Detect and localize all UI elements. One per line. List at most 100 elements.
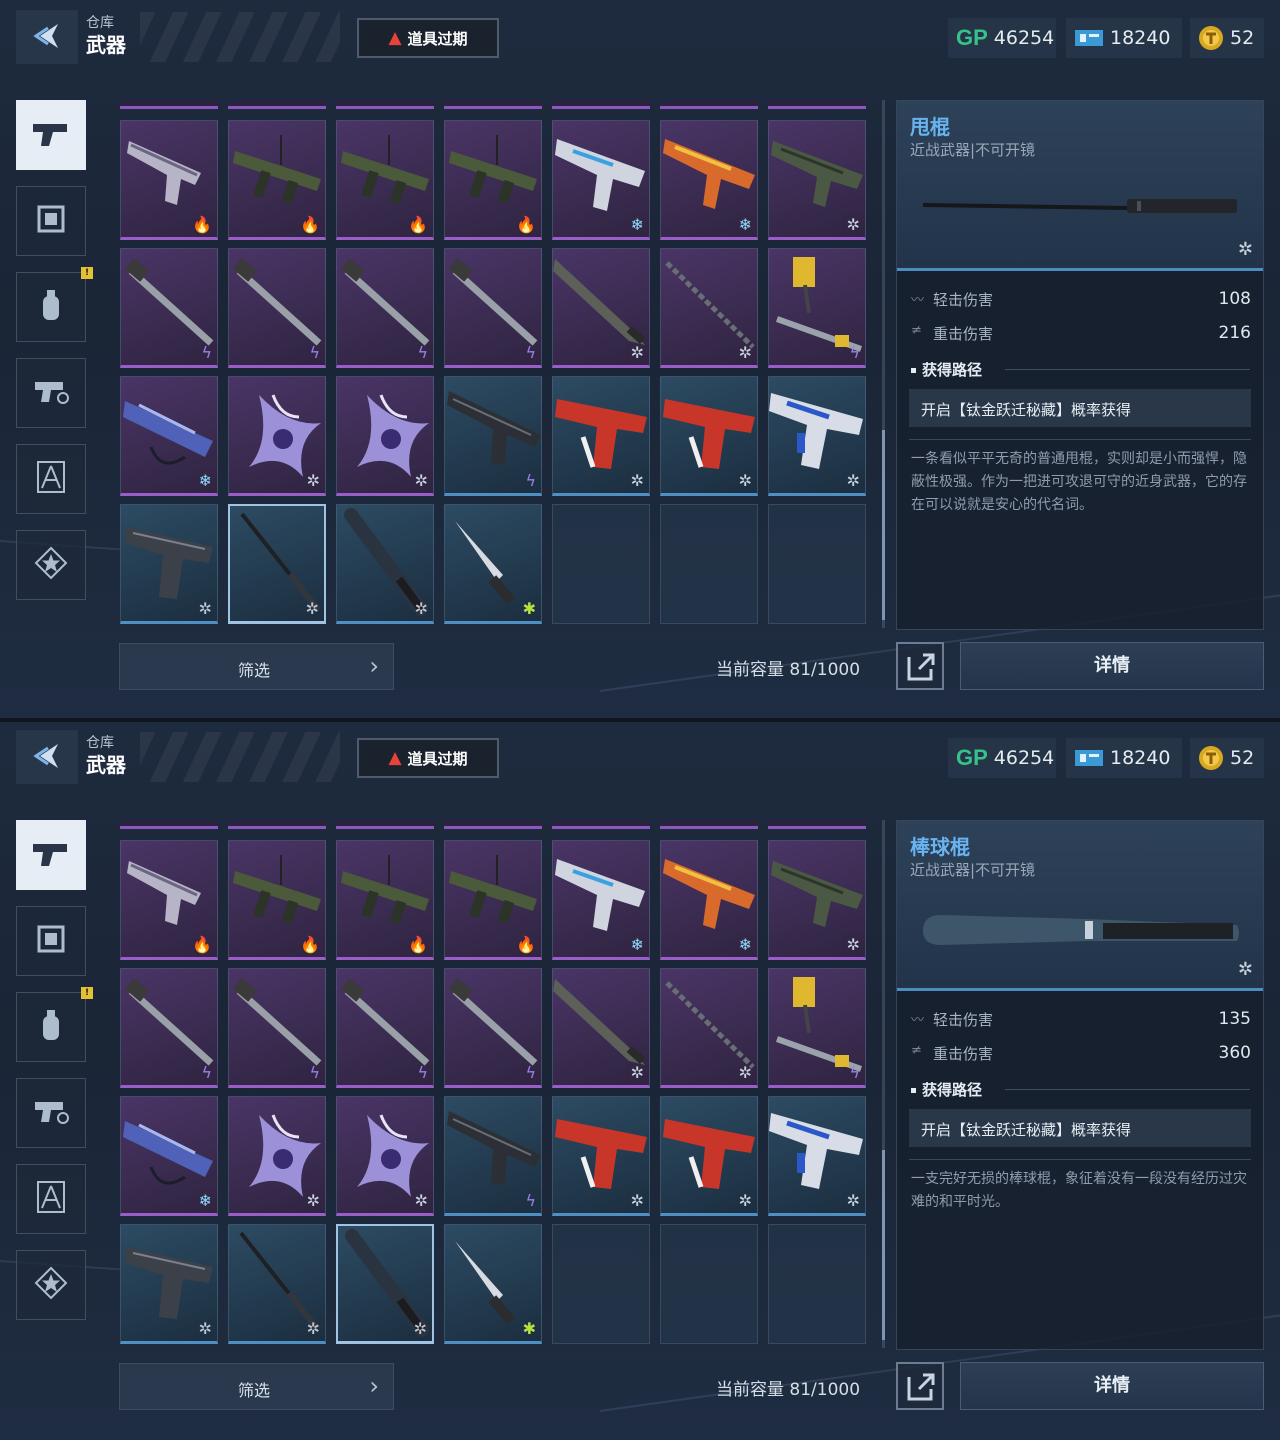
star-badge-icon: [34, 546, 68, 584]
weapon-slot[interactable]: 🔥: [444, 840, 542, 960]
weapon-slot[interactable]: 🔥: [336, 840, 434, 960]
sidebar-item-pistol-category[interactable]: [16, 100, 86, 170]
weapon-slot[interactable]: ✲: [552, 376, 650, 496]
grid-scrollbar[interactable]: [882, 820, 885, 1348]
sidebar-item-grenade-category[interactable]: !: [16, 987, 93, 1062]
weapon-slot[interactable]: ✲: [552, 968, 650, 1088]
item-name: 棒球棍: [910, 835, 970, 859]
chevron-right-icon: ›: [369, 652, 379, 680]
weapon-slot[interactable]: ✲: [552, 1096, 650, 1216]
coin-value: 52: [1230, 747, 1255, 769]
expired-items-button[interactable]: ▲ 道具过期: [357, 18, 499, 58]
sidebar-item-star-badge-category[interactable]: [16, 530, 86, 600]
sidebar-item-character-category[interactable]: [16, 444, 86, 514]
weapon-slot[interactable]: ✲: [336, 1096, 434, 1216]
weapon-slot[interactable]: ✱: [444, 1224, 542, 1344]
weapon-slot[interactable]: ϟ: [336, 968, 434, 1088]
weapon-slot[interactable]: ✲: [660, 376, 758, 496]
weapon-slot[interactable]: ✲: [768, 376, 866, 496]
weapon-slot[interactable]: ❄: [120, 1096, 218, 1216]
share-button[interactable]: [896, 642, 944, 690]
weapon-slot[interactable]: ϟ: [336, 248, 434, 368]
weapon-slot[interactable]: ϟ: [444, 1096, 542, 1216]
overflow-cell[interactable]: [120, 100, 218, 109]
weapon-slot[interactable]: ✲: [660, 968, 758, 1088]
weapon-slot[interactable]: ✲: [768, 120, 866, 240]
sidebar-item-star-badge-category[interactable]: [16, 1250, 86, 1320]
weapon-slot[interactable]: ❄: [552, 840, 650, 960]
overflow-cell[interactable]: [228, 820, 326, 829]
weapon-slot[interactable]: ϟ: [228, 968, 326, 1088]
weapon-slot[interactable]: ✲: [336, 376, 434, 496]
heavy-attack-stat: ≠ 重击伤害 360: [911, 1043, 1251, 1065]
sidebar-item-pistol-category[interactable]: [16, 820, 86, 890]
overflow-cell[interactable]: [660, 100, 758, 109]
sidebar-item-grenade-category[interactable]: !: [16, 267, 93, 342]
weapon-slot[interactable]: ϟ: [768, 968, 866, 1088]
details-button[interactable]: 详情: [960, 1362, 1264, 1410]
weapon-slot[interactable]: ✲: [768, 1096, 866, 1216]
weapon-slot[interactable]: ϟ: [444, 248, 542, 368]
weapon-slot[interactable]: ϟ: [120, 968, 218, 1088]
weapon-slot[interactable]: ✲: [228, 504, 326, 624]
overflow-cell[interactable]: [336, 100, 434, 109]
weapon-slot[interactable]: ϟ: [768, 248, 866, 368]
share-button[interactable]: [896, 1362, 944, 1410]
back-button[interactable]: [16, 10, 78, 64]
overflow-cell[interactable]: [228, 100, 326, 109]
weapon-slot[interactable]: ✲: [660, 248, 758, 368]
weapon-slot[interactable]: ✲: [228, 1096, 326, 1216]
overflow-cell[interactable]: [660, 820, 758, 829]
weapon-slot[interactable]: ✲: [120, 1224, 218, 1344]
weapon-slot[interactable]: ❄: [660, 120, 758, 240]
sidebar-item-gear-category[interactable]: [16, 1078, 86, 1148]
ice-element-icon: ❄: [198, 471, 212, 490]
overflow-cell[interactable]: [336, 820, 434, 829]
weapon-slot[interactable]: ✲: [336, 504, 434, 624]
item-detail-panel: 棒球棍 近战武器|不可开镜 ✲ 〰 轻击伤害 135 ≠ 重击伤害 360 获得…: [896, 820, 1264, 1350]
weapon-slot[interactable]: 🔥: [120, 120, 218, 240]
weapon-slot[interactable]: ✱: [444, 504, 542, 624]
details-button[interactable]: 详情: [960, 642, 1264, 690]
filter-button[interactable]: 筛选 ›: [119, 1363, 394, 1410]
weapon-slot[interactable]: ϟ: [444, 968, 542, 1088]
weapon-slot[interactable]: ❄: [660, 840, 758, 960]
weapon-slot[interactable]: ✲: [768, 840, 866, 960]
weapon-slot[interactable]: 🔥: [336, 120, 434, 240]
weapon-slot[interactable]: ✲: [552, 248, 650, 368]
weapon-slot[interactable]: ✲: [660, 1096, 758, 1216]
weapon-slot[interactable]: 🔥: [120, 840, 218, 960]
overflow-cell[interactable]: [768, 820, 866, 829]
weapon-slot[interactable]: 🔥: [228, 840, 326, 960]
weapon-slot[interactable]: ϟ: [444, 376, 542, 496]
sidebar-item-frame-category[interactable]: [16, 906, 86, 976]
weapon-slot[interactable]: ✲: [336, 1224, 434, 1344]
expired-items-label: 道具过期: [407, 29, 468, 48]
sidebar-item-gear-category[interactable]: [16, 358, 86, 428]
weapon-slot[interactable]: 🔥: [444, 120, 542, 240]
grid-scrollbar[interactable]: [882, 100, 885, 628]
overflow-cell[interactable]: [552, 100, 650, 109]
weapon-slot[interactable]: 🔥: [228, 120, 326, 240]
overflow-cell[interactable]: [444, 100, 542, 109]
overflow-cell[interactable]: [444, 820, 542, 829]
weapon-slot[interactable]: ✲: [228, 1224, 326, 1344]
scrollbar-thumb[interactable]: [882, 430, 885, 620]
weapon-slot[interactable]: ❄: [120, 376, 218, 496]
weapon-slot[interactable]: ϟ: [228, 248, 326, 368]
ticket-icon: [1075, 30, 1103, 46]
scrollbar-thumb[interactable]: [882, 1150, 885, 1340]
overflow-cell[interactable]: [768, 100, 866, 109]
overflow-cell[interactable]: [120, 820, 218, 829]
filter-button[interactable]: 筛选 ›: [119, 643, 394, 690]
weapon-slot[interactable]: ✲: [228, 376, 326, 496]
weapon-slot[interactable]: ϟ: [120, 248, 218, 368]
light-attack-stat: 〰 轻击伤害 108: [911, 289, 1251, 311]
weapon-slot[interactable]: ❄: [552, 120, 650, 240]
weapon-slot[interactable]: ✲: [120, 504, 218, 624]
back-button[interactable]: [16, 730, 78, 784]
overflow-cell[interactable]: [552, 820, 650, 829]
expired-items-button[interactable]: ▲ 道具过期: [357, 738, 499, 778]
sidebar-item-character-category[interactable]: [16, 1164, 86, 1234]
sidebar-item-frame-category[interactable]: [16, 186, 86, 256]
